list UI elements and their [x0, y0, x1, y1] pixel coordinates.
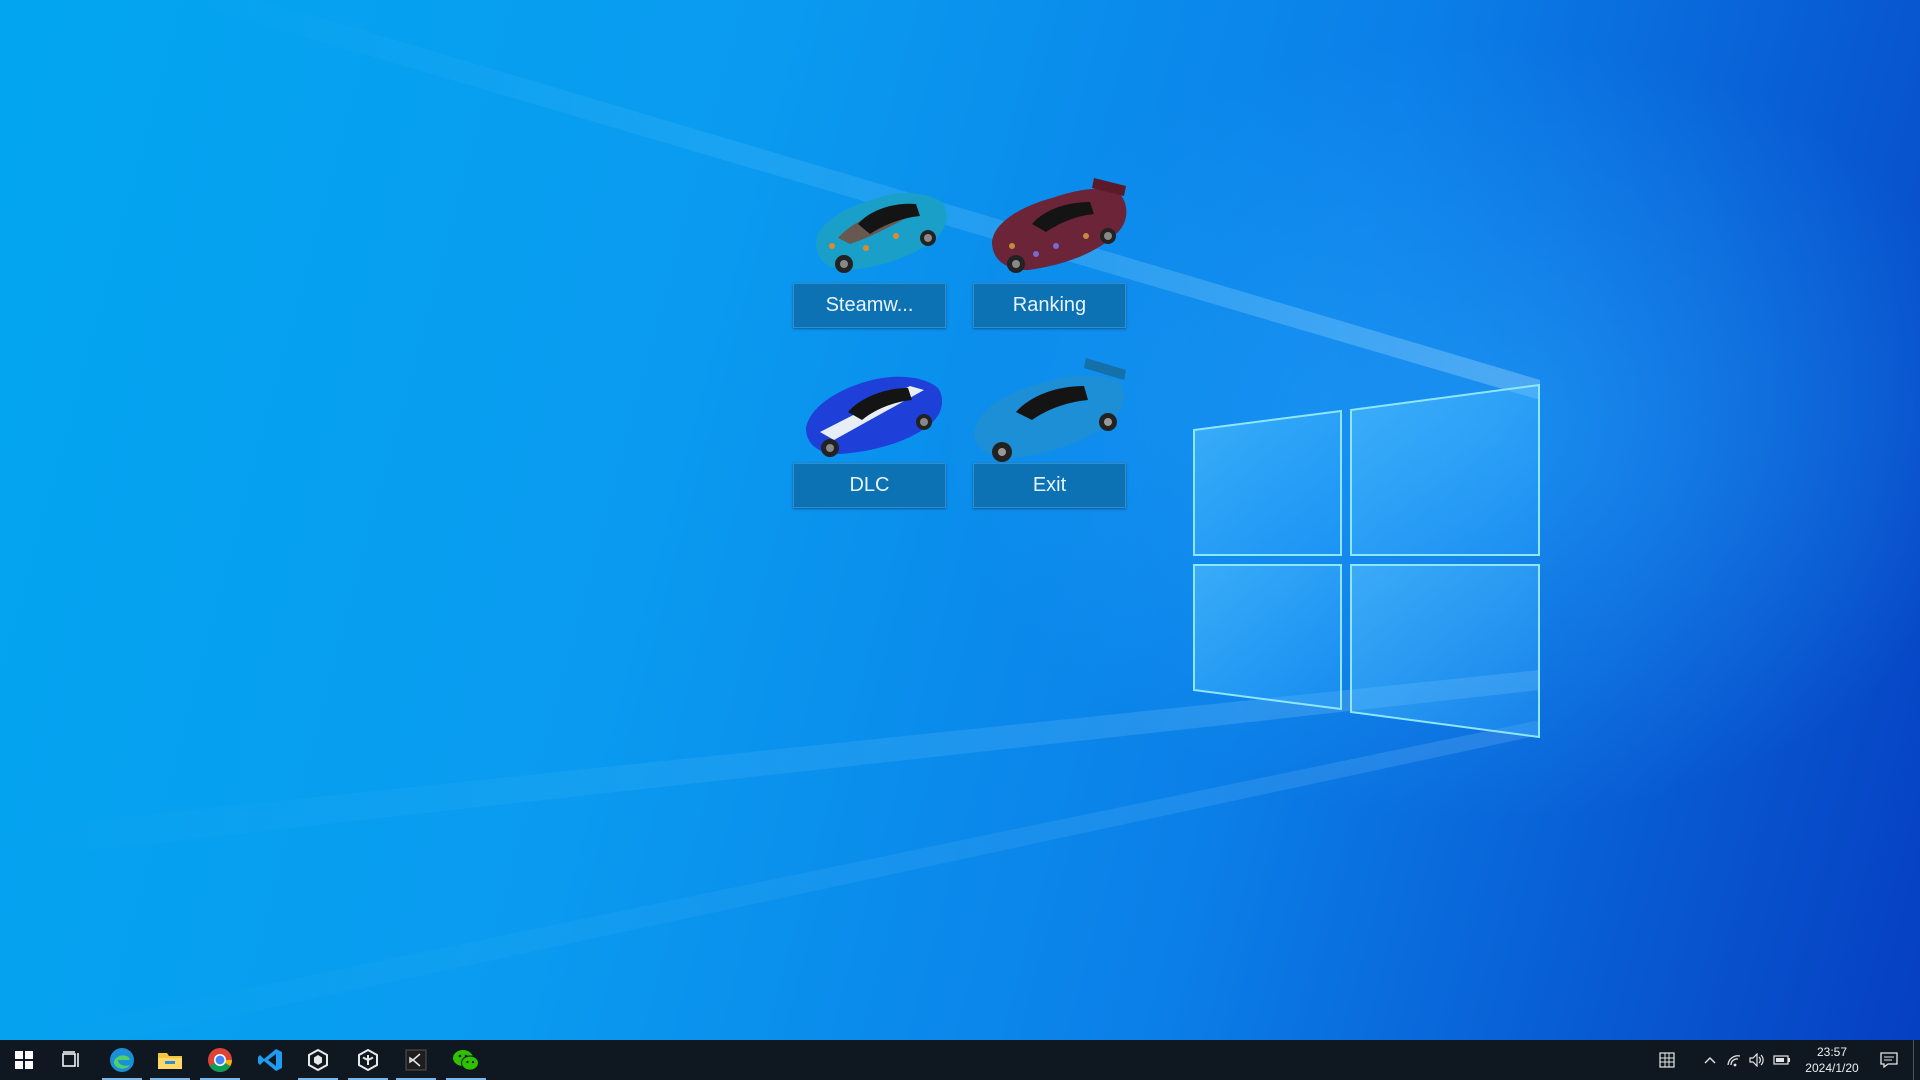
- maroon-floral-car-image: [986, 166, 1132, 280]
- windows-logo-wallpaper: [0, 0, 1920, 1040]
- taskbar-file-explorer[interactable]: [146, 1040, 194, 1080]
- task-view-button[interactable]: [48, 1040, 96, 1080]
- desktop-wallpaper: Steamw... Ranking DLC: [0, 0, 1920, 1040]
- taskbar-visual-studio[interactable]: [392, 1040, 440, 1080]
- exit-button-label: Exit: [1033, 474, 1066, 497]
- teal-floral-car-image: [808, 172, 952, 280]
- dlc-button-label: DLC: [849, 474, 889, 497]
- steamworks-button[interactable]: Steamw...: [793, 283, 946, 328]
- clock-time: 23:57: [1794, 1044, 1870, 1060]
- taskbar-unity-hub[interactable]: [294, 1040, 342, 1080]
- network-button[interactable]: [1722, 1040, 1746, 1080]
- ranking-button[interactable]: Ranking: [973, 283, 1126, 328]
- chevron-up-icon: [1704, 1056, 1716, 1064]
- start-icon: [15, 1051, 33, 1069]
- steamworks-button-label: Steamw...: [826, 294, 914, 317]
- task-view-icon: [62, 1051, 82, 1069]
- file-explorer-icon: [157, 1049, 183, 1071]
- clock-date: 2024/1/20: [1794, 1060, 1870, 1076]
- taskbar-unity-editor[interactable]: [344, 1040, 392, 1080]
- dlc-button[interactable]: DLC: [793, 463, 946, 508]
- ranking-button-label: Ranking: [1013, 294, 1086, 317]
- battery-icon: [1773, 1054, 1791, 1066]
- battery-button[interactable]: [1770, 1040, 1794, 1080]
- visual-studio-icon: [405, 1049, 427, 1071]
- volume-icon: [1749, 1053, 1765, 1067]
- vscode-icon: [257, 1047, 283, 1073]
- taskbar-edge[interactable]: [98, 1040, 146, 1080]
- show-hidden-icons-button[interactable]: [1698, 1040, 1722, 1080]
- start-button[interactable]: [0, 1040, 48, 1080]
- taskbar-clock[interactable]: 23:57 2024/1/20: [1794, 1044, 1870, 1076]
- chrome-icon: [207, 1047, 233, 1073]
- notification-icon: [1880, 1052, 1898, 1068]
- input-method-icon[interactable]: [1655, 1040, 1679, 1080]
- taskbar-chrome[interactable]: [196, 1040, 244, 1080]
- unity-editor-icon: [356, 1048, 380, 1072]
- blue-skyline-car-image: [968, 348, 1132, 470]
- exit-button[interactable]: Exit: [973, 463, 1126, 508]
- unity-hub-icon: [306, 1048, 330, 1072]
- show-desktop-button[interactable]: [1913, 1040, 1920, 1080]
- action-center-button[interactable]: [1874, 1040, 1904, 1080]
- volume-button[interactable]: [1745, 1040, 1769, 1080]
- wifi-icon: [1726, 1053, 1742, 1067]
- edge-icon: [109, 1047, 135, 1073]
- wechat-icon: [452, 1048, 480, 1072]
- keyboard-grid-icon: [1659, 1052, 1675, 1068]
- taskbar-vscode[interactable]: [246, 1040, 294, 1080]
- taskbar-wechat[interactable]: [442, 1040, 490, 1080]
- blue-striped-car-image: [800, 358, 946, 462]
- taskbar: 23:57 2024/1/20: [0, 1040, 1920, 1080]
